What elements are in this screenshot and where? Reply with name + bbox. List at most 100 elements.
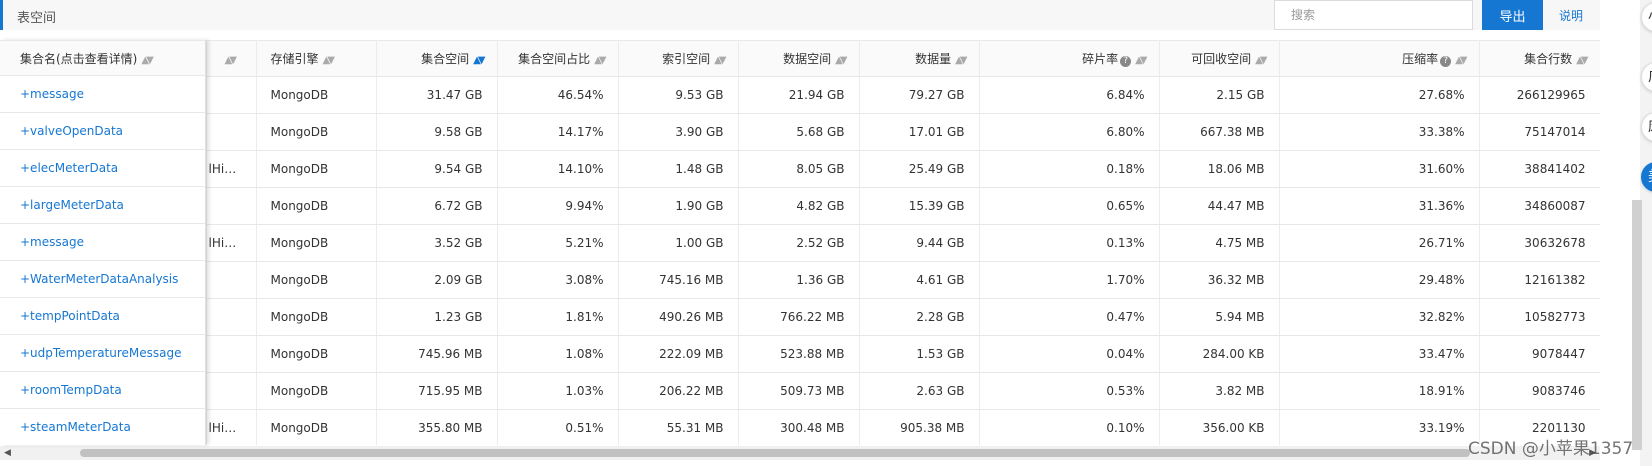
cell-rows: 34860087 (1479, 187, 1600, 225)
cell-compress: 18.91% (1279, 372, 1480, 410)
export-button[interactable]: 导出 (1482, 0, 1543, 30)
col-header-frag-rate[interactable]: 碎片率? ▲▼ (979, 40, 1160, 77)
cell-compress: 32.82% (1279, 298, 1480, 336)
search-input[interactable] (1274, 0, 1473, 30)
page-title: 表空间 (17, 11, 57, 26)
col-header-space[interactable]: 集合空间 ▲▼ (376, 40, 498, 77)
cell-rows: 12161382 (1479, 261, 1600, 299)
collection-name-link[interactable]: +message (0, 224, 205, 261)
cell-compress: 31.60% (1279, 150, 1480, 188)
cell-data-size: 2.28 GB (859, 298, 980, 336)
sort-icon[interactable]: ▲▼ (225, 55, 238, 66)
horizontal-scrollbar[interactable]: ◀ ▶ (0, 446, 1600, 460)
col-header-engine[interactable]: 存储引擎 ▲▼ (256, 40, 377, 77)
cell-space: 715.95 MB (376, 372, 498, 410)
col-header-rows[interactable]: 集合行数 ▲▼ (1479, 40, 1600, 77)
cell-rows: 266129965 (1479, 76, 1600, 114)
sort-icon[interactable]: ▲▼ (323, 55, 336, 66)
cell-index-space: 222.09 MB (618, 335, 739, 373)
sort-icon[interactable]: ▲▼ (714, 55, 727, 66)
cell-frag-rate: 0.13% (979, 224, 1160, 262)
cell-index-space: 490.26 MB (618, 298, 739, 336)
vertical-scrollbar-thumb[interactable] (1632, 200, 1642, 450)
help-link[interactable]: 说明 (1559, 7, 1583, 24)
collection-name-link[interactable]: +valveOpenData (0, 113, 205, 150)
watermark: CSDN @小苹果1357 (1468, 439, 1634, 459)
cell-space-ratio: 0.51% (497, 409, 619, 445)
cell-data-space: 8.05 GB (738, 150, 860, 188)
cell-hidden (206, 261, 257, 299)
scroll-left-icon[interactable]: ◀ (4, 448, 11, 458)
cell-reclaim: 5.94 MB (1159, 298, 1280, 336)
collection-name-link[interactable]: +largeMeterData (0, 187, 205, 224)
sort-icon[interactable]: ▲▼ (141, 43, 154, 79)
collection-name-link[interactable]: +tempPointData (0, 298, 205, 335)
cell-hidden (206, 335, 257, 373)
cell-index-space: 9.53 GB (618, 76, 739, 114)
sort-icon[interactable]: ▲▼ (1135, 55, 1148, 66)
col-header-data-size[interactable]: 数据量 ▲▼ (859, 40, 980, 77)
table-row: MongoDB 9.58 GB 14.17% 3.90 GB 5.68 GB 17.01 … (0, 113, 1600, 151)
table-row: MongoDB 6.72 GB 9.94% 1.90 GB 4.82 GB 15.39 G… (0, 187, 1600, 225)
col-header-index-space[interactable]: 索引空间 ▲▼ (618, 40, 739, 77)
cell-hidden (206, 187, 257, 225)
cell-engine: MongoDB (256, 372, 377, 410)
cell-space: 355.80 MB (376, 409, 498, 445)
cell-frag-rate: 0.47% (979, 298, 1160, 336)
cell-frag-rate: 6.84% (979, 76, 1160, 114)
col-header-space-ratio[interactable]: 集合空间占比 ▲▼ (497, 40, 619, 77)
collection-name-link[interactable]: +WaterMeterDataAnalysis (0, 261, 205, 298)
collection-name-link[interactable]: +steamMeterData (0, 409, 205, 445)
collection-name-link[interactable]: +elecMeterData (0, 150, 205, 187)
sort-icon[interactable]: ▲▼ (594, 55, 607, 66)
col-header-reclaim[interactable]: 可回收空间 ▲▼ (1159, 40, 1280, 77)
table-row: lHis... MongoDB 355.80 MB 0.51% 55.31 MB 300.… (0, 409, 1600, 445)
cell-rows: 30632678 (1479, 224, 1600, 262)
collection-name-link[interactable]: +udpTemperatureMessage (0, 335, 205, 372)
cell-rows: 9078447 (1479, 335, 1600, 373)
help-icon[interactable]: ? (1120, 56, 1132, 67)
cell-engine: MongoDB (256, 335, 377, 373)
cell-rows: 75147014 (1479, 113, 1600, 151)
cell-rows: 10582773 (1479, 298, 1600, 336)
cell-index-space: 1.48 GB (618, 150, 739, 188)
cell-space-ratio: 1.08% (497, 335, 619, 373)
cell-hidden (206, 76, 257, 114)
cell-data-size: 4.61 GB (859, 261, 980, 299)
sort-icon[interactable]: ▲▼ (835, 55, 848, 66)
help-icon[interactable]: ? (1440, 56, 1452, 67)
cell-space-ratio: 14.17% (497, 113, 619, 151)
scrollbar-thumb[interactable] (80, 449, 1470, 457)
col-header-hidden[interactable]: ▲▼ (206, 40, 257, 77)
cell-index-space: 745.16 MB (618, 261, 739, 299)
col-header-data-space[interactable]: 数据空间 ▲▼ (738, 40, 860, 77)
cell-reclaim: 4.75 MB (1159, 224, 1280, 262)
cell-hidden: lHis... (206, 224, 257, 262)
cell-space-ratio: 1.81% (497, 298, 619, 336)
cell-hidden: lHis... (206, 150, 257, 188)
cell-engine: MongoDB (256, 224, 377, 262)
cell-index-space: 3.90 GB (618, 113, 739, 151)
col-header-compress[interactable]: 压缩率? ▲▼ (1279, 40, 1480, 77)
table-row: MongoDB 745.96 MB 1.08% 222.09 MB 523.88 MB 1… (0, 335, 1600, 373)
cell-space-ratio: 1.03% (497, 372, 619, 410)
cell-data-space: 5.68 GB (738, 113, 860, 151)
sort-icon[interactable]: ▲▼ (1576, 55, 1589, 66)
cell-compress: 27.68% (1279, 76, 1480, 114)
collection-name-link[interactable]: +roomTempData (0, 372, 205, 409)
cell-engine: MongoDB (256, 261, 377, 299)
sort-icon[interactable]: ▲▼ (955, 55, 968, 66)
cell-frag-rate: 0.18% (979, 150, 1160, 188)
col-header-name[interactable]: 集合名(点击查看详情) ▲▼ (0, 40, 205, 76)
cell-frag-rate: 1.70% (979, 261, 1160, 299)
sort-desc-icon[interactable]: ▲▼ (473, 55, 486, 66)
cell-data-space: 766.22 MB (738, 298, 860, 336)
table-row: MongoDB 1.23 GB 1.81% 490.26 MB 766.22 MB 2.2… (0, 298, 1600, 336)
cell-space-ratio: 3.08% (497, 261, 619, 299)
collection-name-link[interactable]: +message (0, 76, 205, 113)
table-row: lHis... MongoDB 9.54 GB 14.10% 1.48 GB 8.05 G… (0, 150, 1600, 188)
sort-icon[interactable]: ▲▼ (1255, 55, 1268, 66)
sort-icon[interactable]: ▲▼ (1455, 55, 1468, 66)
cell-compress: 33.19% (1279, 409, 1480, 445)
cell-compress: 33.38% (1279, 113, 1480, 151)
